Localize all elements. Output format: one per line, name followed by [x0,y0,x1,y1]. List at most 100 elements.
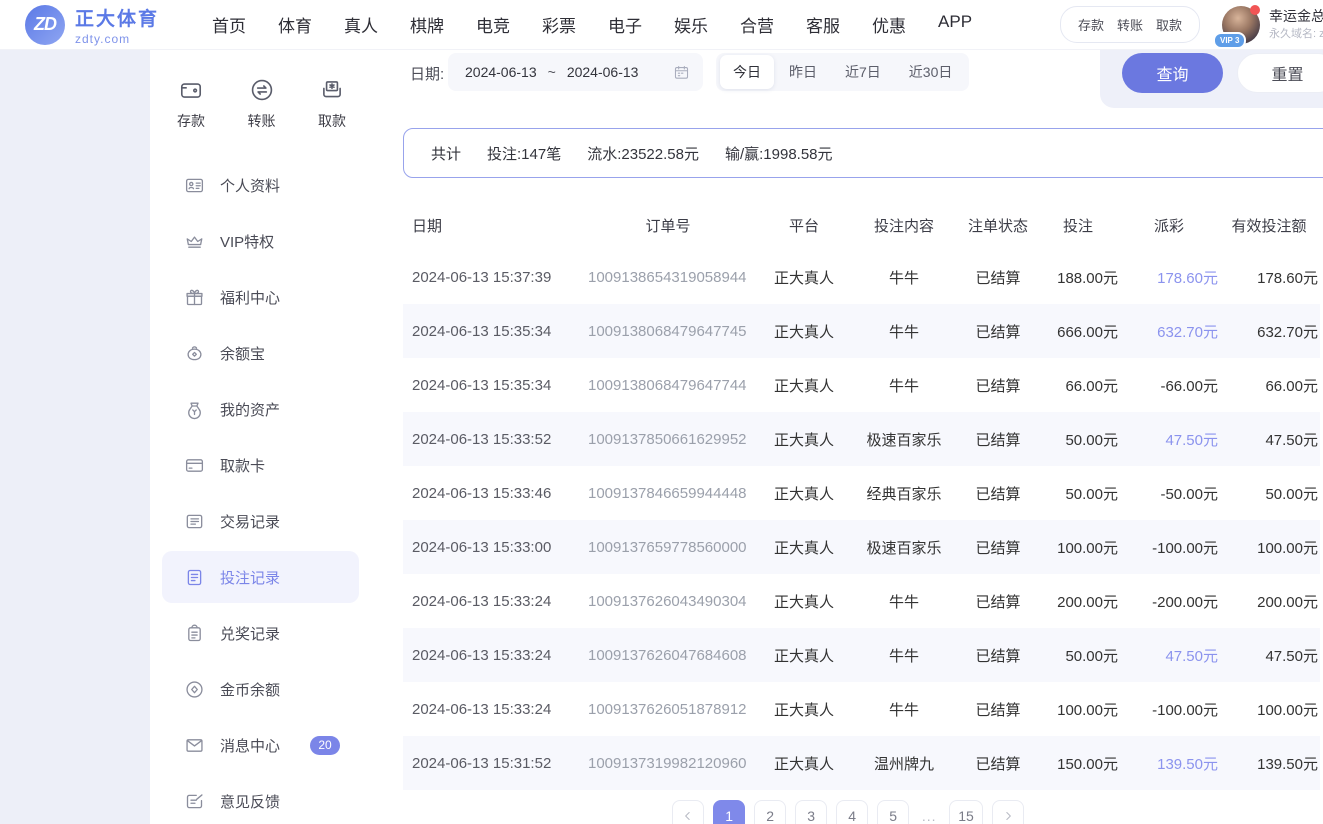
range-button[interactable]: 近7日 [832,55,894,89]
feedback-icon [184,791,205,812]
cell-valid: 47.50元 [1220,645,1320,666]
vip-badge: VIP 3 [1213,32,1246,49]
sidebar-item[interactable]: 意见反馈 [150,773,373,824]
sidebar-item[interactable]: 福利中心 [150,269,373,325]
page-button[interactable]: 2 [754,800,786,824]
cell-payout: 632.70元 [1120,321,1220,342]
table-row: 2024-06-13 15:33:521009137850661629952正大… [403,412,1320,466]
clipboard-icon [184,623,205,644]
user-account[interactable]: VIP 3 幸运金总 永久域名: z [1222,6,1323,44]
sidebar-item[interactable]: 金币余额 [150,661,373,717]
sidebar-item[interactable]: 消息中心20 [150,717,373,773]
sidebar-menu: 个人资料VIP特权福利中心余额宝我的资产取款卡交易记录投注记录兑奖记录金币余额消… [150,157,373,824]
sidebar-item[interactable]: VIP特权 [150,213,373,269]
sidebar: 存款 转账取款 个人资料VIP特权福利中心余额宝我的资产取款卡交易记录投注记录兑奖… [150,50,373,824]
nav-item[interactable]: 合营 [740,12,774,37]
page-button[interactable]: 3 [795,800,827,824]
sidebar-item[interactable]: 余额宝 [150,325,373,381]
list-icon [184,511,205,532]
cell-date: 2024-06-13 15:35:34 [403,377,578,394]
page-button[interactable]: 1 [713,800,745,824]
table-row: 2024-06-13 15:33:001009137659778560000正大… [403,520,1320,574]
page-button[interactable]: 4 [836,800,868,824]
sidebar-item[interactable]: 兑奖记录 [150,605,373,661]
chevron-right-icon [1001,809,1015,823]
shortcut-label: 存款 [177,111,205,131]
range-button[interactable]: 昨日 [776,55,830,89]
sidebar-item[interactable]: 投注记录 [162,551,359,603]
sidebar-item[interactable]: 个人资料 [150,157,373,213]
column-header: 订单号 [578,215,758,236]
nav-item[interactable]: 电竞 [476,12,510,37]
sidebar-item[interactable]: 我的资产 [150,381,373,437]
logo[interactable]: ZD 正大体育 zdty.com [25,4,159,46]
table-row: 2024-06-13 15:35:341009138068479647745正大… [403,304,1320,358]
page-button[interactable]: 15 [949,800,983,824]
sidebar-item-label: 意见反馈 [220,791,280,812]
calendar-icon[interactable] [673,64,690,81]
cell-content: 牛牛 [850,375,958,396]
cell-status: 已结算 [958,645,1038,666]
sidebar-item-label: 我的资产 [220,399,280,420]
cell-bet: 66.00元 [1038,375,1120,396]
cell-valid: 100.00元 [1220,699,1320,720]
cell-bet: 50.00元 [1038,483,1120,504]
nav-item[interactable]: 棋牌 [410,12,444,37]
cell-status: 已结算 [958,321,1038,342]
nav-item[interactable]: 彩票 [542,12,576,37]
chevron-left-icon [681,809,695,823]
sidebar-item-label: 投注记录 [220,567,280,588]
nav-item[interactable]: 娱乐 [674,12,708,37]
prev-page-button[interactable] [672,800,704,824]
bets-table: 日期订单号平台投注内容注单状态投注派彩有效投注额 2024-06-13 15:3… [403,200,1320,790]
coin-icon [184,679,205,700]
nav-item[interactable]: 首页 [212,12,246,37]
sidebar-item-label: 兑奖记录 [220,623,280,644]
piggy-icon [184,343,205,364]
reset-button[interactable]: 重置 [1237,53,1323,93]
nav-item[interactable]: 体育 [278,12,312,37]
cell-payout: -100.00元 [1120,699,1220,720]
cell-date: 2024-06-13 15:37:39 [403,269,578,286]
page-button[interactable]: 5 [877,800,909,824]
top-header: ZD 正大体育 zdty.com 首页 体育 真人 棋牌 电竞 彩票 电子 娱乐 合营 客服 优惠 A… [0,0,1323,50]
withdraw-icon [319,77,345,103]
sidebar-shortcut[interactable]: 存款 [177,77,205,131]
cell-bet: 50.00元 [1038,429,1120,450]
cell-status: 已结算 [958,375,1038,396]
wallet-action[interactable]: 转账 [1117,15,1143,34]
cell-payout: -200.00元 [1120,591,1220,612]
nav-item[interactable]: 优惠 [872,12,906,37]
date-from: 2024-06-13 [465,64,537,80]
column-header: 注单状态 [958,215,1038,236]
summary-bets: 投注:147笔 [487,143,561,164]
wallet-action[interactable]: 存款 [1078,15,1104,34]
cell-date: 2024-06-13 15:33:24 [403,647,578,664]
query-button[interactable]: 查询 [1122,53,1223,93]
date-range-input[interactable]: 2024-06-13 ~ 2024-06-13 [448,53,703,91]
cell-date: 2024-06-13 15:33:00 [403,539,578,556]
app-root: ZD 正大体育 zdty.com 首页 体育 真人 棋牌 电竞 彩票 电子 娱乐 合营 客服 优惠 A… [0,0,1323,824]
range-button[interactable]: 今日 [720,55,774,89]
crown-icon [184,231,205,252]
cell-date: 2024-06-13 15:31:52 [403,755,578,772]
sidebar-item[interactable]: 取款卡 [150,437,373,493]
cell-bet: 100.00元 [1038,537,1120,558]
next-page-button[interactable] [992,800,1024,824]
cell-platform: 正大真人 [758,591,850,612]
sidebar-shortcut[interactable]: 转账 [248,77,276,131]
range-button[interactable]: 近30日 [896,55,966,89]
column-header: 平台 [758,215,850,236]
logo-title: 正大体育 [75,4,159,31]
sidebar-shortcut[interactable]: 取款 [318,77,346,131]
user-name: 幸运金总 [1269,6,1323,26]
cell-platform: 正大真人 [758,321,850,342]
sidebar-item[interactable]: 交易记录 [150,493,373,549]
nav-item[interactable]: 客服 [806,12,840,37]
wallet-action[interactable]: 取款 [1156,15,1182,34]
nav-item[interactable]: 真人 [344,12,378,37]
cell-platform: 正大真人 [758,429,850,450]
cell-order: 1009137850661629952 [578,431,758,448]
nav-item[interactable]: APP [938,12,972,37]
nav-item[interactable]: 电子 [608,12,642,37]
